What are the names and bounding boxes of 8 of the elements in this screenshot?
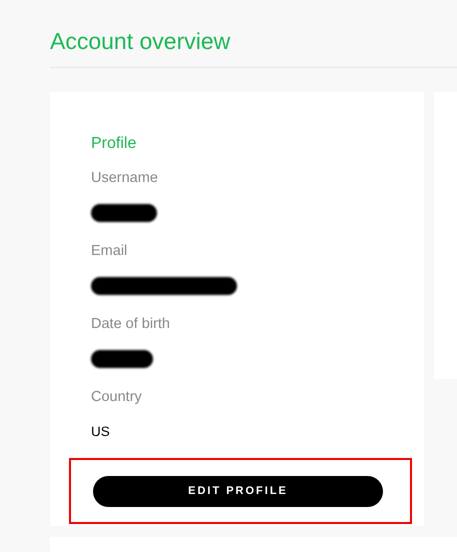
field-value: US (91, 423, 110, 441)
field-label: Email (91, 242, 128, 260)
edit-profile-button[interactable]: EDIT PROFILE (93, 476, 383, 507)
page-title: Account overview (50, 0, 457, 68)
field-label: Date of birth (91, 315, 170, 333)
section-heading: Profile (91, 134, 138, 154)
field-label: Username (91, 169, 158, 187)
field-label: Country (91, 388, 142, 406)
